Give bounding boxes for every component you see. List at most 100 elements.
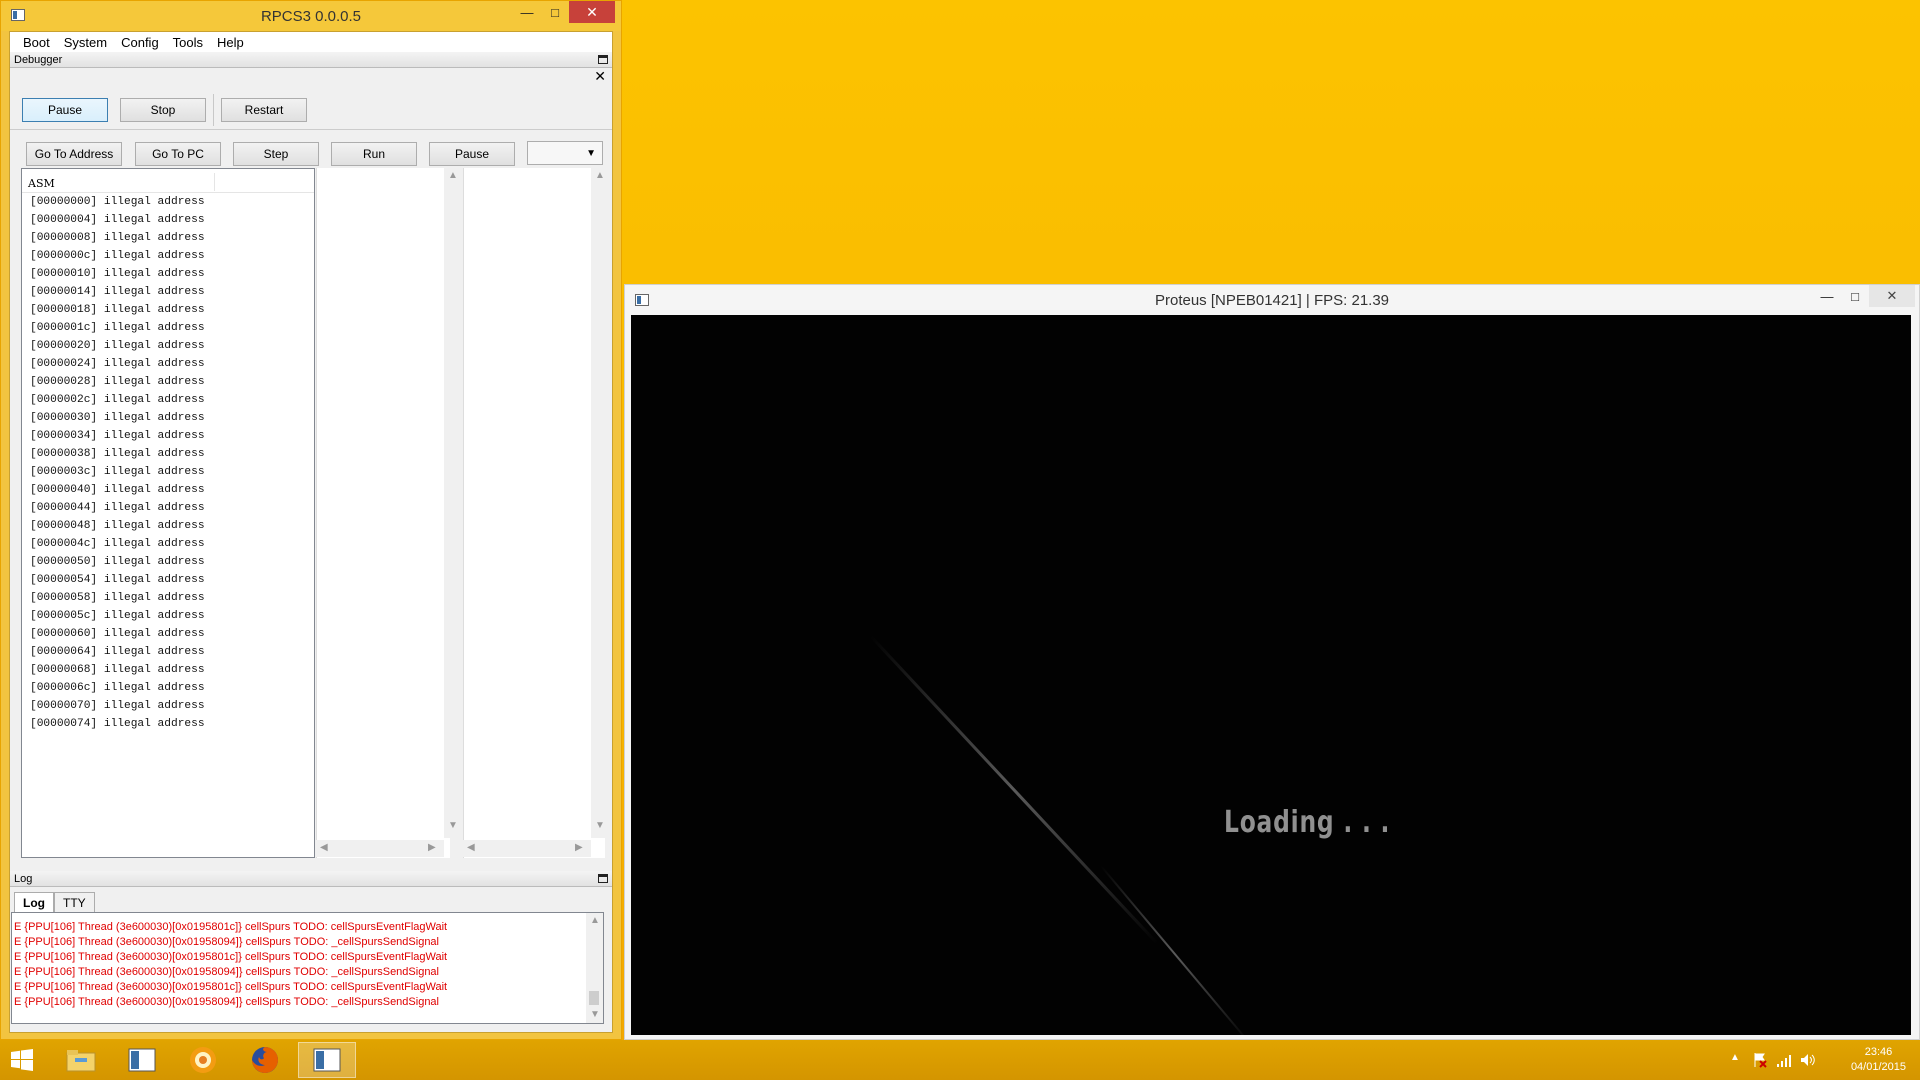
- asm-row[interactable]: [00000028] illegal address: [22, 373, 314, 391]
- panel-float-icon[interactable]: [598, 874, 608, 883]
- scroll-right-icon[interactable]: ▶: [575, 842, 583, 853]
- asm-row[interactable]: [00000074] illegal address: [22, 715, 314, 733]
- asm-row[interactable]: [00000040] illegal address: [22, 481, 314, 499]
- tab-tty[interactable]: TTY: [54, 892, 95, 913]
- asm-row[interactable]: [00000020] illegal address: [22, 337, 314, 355]
- close-icon[interactable]: ✕: [594, 68, 606, 85]
- game-title: Proteus [NPEB01421] | FPS: 21.39: [1154, 291, 1390, 309]
- scroll-up-icon[interactable]: ▲: [590, 915, 600, 926]
- menu-help[interactable]: Help: [210, 35, 251, 50]
- go-to-address-button[interactable]: Go To Address: [26, 142, 122, 166]
- panel-float-icon[interactable]: [598, 55, 608, 64]
- control-toolbar: Pause Stop Restart: [10, 88, 612, 130]
- clock[interactable]: 23:46 04/01/2015: [1851, 1045, 1906, 1075]
- menu-boot[interactable]: Boot: [16, 35, 57, 50]
- asm-list[interactable]: ASM [00000000] illegal address [00000004]…: [21, 168, 315, 858]
- asm-row[interactable]: [00000014] illegal address: [22, 283, 314, 301]
- scroll-left-icon[interactable]: ◀: [320, 842, 328, 853]
- asm-row[interactable]: [00000010] illegal address: [22, 265, 314, 283]
- scroll-up-icon[interactable]: ▲: [595, 170, 605, 181]
- asm-row[interactable]: [0000005c] illegal address: [22, 607, 314, 625]
- asm-row[interactable]: [00000054] illegal address: [22, 571, 314, 589]
- debugger-pause-button[interactable]: Pause: [429, 142, 515, 166]
- asm-row[interactable]: [00000038] illegal address: [22, 445, 314, 463]
- log-output[interactable]: E {PPU[106] Thread (3e600030)[0x0195801c…: [11, 912, 604, 1024]
- show-hidden-icons-icon[interactable]: ▲: [1730, 1052, 1740, 1063]
- asm-row[interactable]: [0000000c] illegal address: [22, 247, 314, 265]
- menu-tools[interactable]: Tools: [166, 35, 210, 50]
- asm-row[interactable]: [00000018] illegal address: [22, 301, 314, 319]
- breakpoint-vscrollbar[interactable]: ▲ ▼: [591, 168, 608, 838]
- asm-column-header[interactable]: ASM: [22, 169, 314, 193]
- asm-row[interactable]: [00000000] illegal address: [22, 193, 314, 211]
- rpcs3-titlebar[interactable]: RPCS3 0.0.0.5 — □ ✕: [1, 1, 621, 31]
- action-center-icon[interactable]: [1752, 1052, 1768, 1068]
- asm-row[interactable]: [00000004] illegal address: [22, 211, 314, 229]
- log-vscrollbar[interactable]: ▲ ▼: [586, 913, 603, 1023]
- game-titlebar[interactable]: Proteus [NPEB01421] | FPS: 21.39 — □ ✕: [625, 285, 1919, 315]
- asm-row[interactable]: [00000030] illegal address: [22, 409, 314, 427]
- asm-row[interactable]: [00000060] illegal address: [22, 625, 314, 643]
- asm-row[interactable]: [00000034] illegal address: [22, 427, 314, 445]
- game-viewport[interactable]: Loading . . .: [631, 315, 1911, 1035]
- asm-row[interactable]: [0000001c] illegal address: [22, 319, 314, 337]
- maximize-button[interactable]: □: [541, 1, 569, 23]
- menu-system[interactable]: System: [57, 35, 114, 50]
- asm-row[interactable]: [00000050] illegal address: [22, 553, 314, 571]
- scroll-up-icon[interactable]: ▲: [448, 170, 458, 181]
- breakpoint-hscrollbar[interactable]: ◀ ▶: [463, 840, 591, 857]
- asm-row[interactable]: [00000044] illegal address: [22, 499, 314, 517]
- media-player-icon[interactable]: [174, 1042, 232, 1078]
- debugger-label: Debugger: [14, 54, 63, 66]
- restart-button[interactable]: Restart: [221, 98, 307, 122]
- maximize-button[interactable]: □: [1841, 285, 1869, 307]
- asm-row[interactable]: [00000068] illegal address: [22, 661, 314, 679]
- file-explorer-icon[interactable]: [52, 1042, 110, 1078]
- minimize-button[interactable]: —: [1813, 285, 1841, 307]
- start-icon[interactable]: [0, 1042, 44, 1078]
- asm-row[interactable]: [00000064] illegal address: [22, 643, 314, 661]
- scroll-right-icon[interactable]: ▶: [428, 842, 436, 853]
- go-to-pc-button[interactable]: Go To PC: [135, 142, 221, 166]
- log-panel-label: Log: [14, 873, 33, 885]
- asm-row[interactable]: [00000058] illegal address: [22, 589, 314, 607]
- asm-row[interactable]: [0000003c] illegal address: [22, 463, 314, 481]
- breakpoint-pane[interactable]: [463, 168, 605, 858]
- menu-config[interactable]: Config: [114, 35, 166, 50]
- clock-time: 23:46: [1864, 1046, 1893, 1058]
- debugger-panel-header: Debugger: [10, 52, 612, 68]
- firefox-icon[interactable]: [236, 1042, 294, 1078]
- menu-bar: Boot System Config Tools Help: [10, 32, 612, 52]
- network-icon[interactable]: [1776, 1052, 1792, 1068]
- scroll-down-icon[interactable]: ▼: [595, 820, 605, 831]
- asm-row[interactable]: [0000006c] illegal address: [22, 679, 314, 697]
- run-button[interactable]: Run: [331, 142, 417, 166]
- asm-row[interactable]: [00000008] illegal address: [22, 229, 314, 247]
- register-vscrollbar[interactable]: ▲ ▼: [444, 168, 461, 838]
- scroll-thumb[interactable]: [589, 991, 599, 1005]
- tab-log[interactable]: Log: [14, 892, 54, 913]
- volume-icon[interactable]: [1800, 1052, 1816, 1068]
- asm-row[interactable]: [00000070] illegal address: [22, 697, 314, 715]
- stop-button[interactable]: Stop: [120, 98, 206, 122]
- toolbar-separator: [213, 94, 214, 126]
- register-pane[interactable]: [316, 168, 450, 858]
- step-button[interactable]: Step: [233, 142, 319, 166]
- close-button[interactable]: ✕: [569, 1, 615, 23]
- log-entry: E {PPU[106] Thread (3e600030)[0x01958094…: [14, 936, 439, 948]
- rpcs3-icon[interactable]: [113, 1042, 171, 1078]
- close-button[interactable]: ✕: [1869, 285, 1915, 307]
- scroll-down-icon[interactable]: ▼: [448, 820, 458, 831]
- asm-row[interactable]: [00000024] illegal address: [22, 355, 314, 373]
- thread-select-dropdown[interactable]: ▼: [527, 141, 603, 165]
- register-hscrollbar[interactable]: ◀ ▶: [316, 840, 444, 857]
- scroll-left-icon[interactable]: ◀: [467, 842, 475, 853]
- rpcs3-game-icon[interactable]: [298, 1042, 356, 1078]
- scroll-down-icon[interactable]: ▼: [590, 1009, 600, 1020]
- asm-row[interactable]: [00000048] illegal address: [22, 517, 314, 535]
- pause-button[interactable]: Pause: [22, 98, 108, 122]
- minimize-button[interactable]: —: [513, 1, 541, 23]
- asm-row[interactable]: [0000004c] illegal address: [22, 535, 314, 553]
- log-entry: E {PPU[106] Thread (3e600030)[0x0195801c…: [14, 981, 448, 993]
- asm-row[interactable]: [0000002c] illegal address: [22, 391, 314, 409]
